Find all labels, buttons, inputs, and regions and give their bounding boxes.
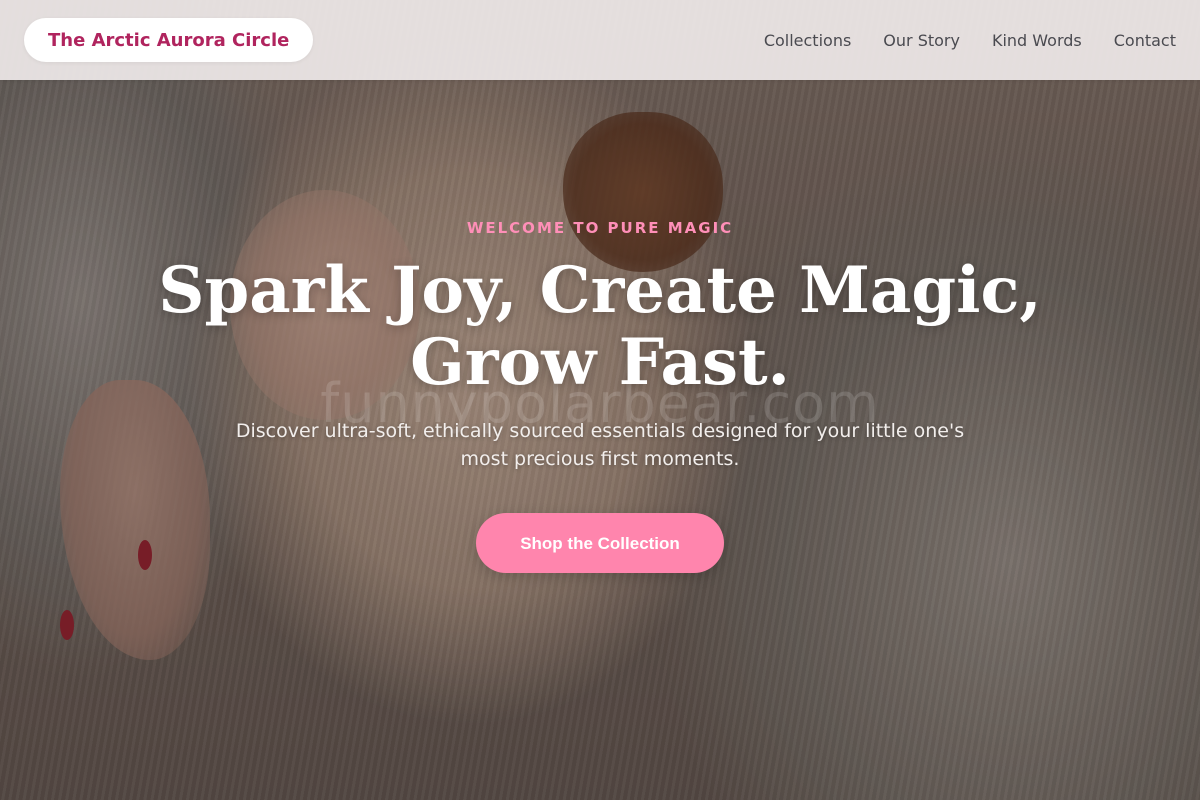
hero-subtext: Discover ultra-soft, ethically sourced e… (235, 420, 965, 470)
nav-link-kind-words[interactable]: Kind Words (992, 31, 1082, 50)
hero-eyebrow: WELCOME TO PURE MAGIC (466, 219, 734, 237)
nav-link-contact[interactable]: Contact (1114, 31, 1176, 50)
shop-collection-button[interactable]: Shop the Collection (476, 513, 724, 573)
hero-headline: Spark Joy, Create Magic, Grow Fast. (150, 255, 1050, 399)
brand-logo-pill[interactable]: The Arctic Aurora Circle (24, 18, 314, 62)
hero-headline-line-1: Spark Joy, Create Magic, (158, 253, 1042, 328)
landing-page: The Arctic Aurora Circle Collections Our… (0, 0, 1200, 800)
main-nav: Collections Our Story Kind Words Contact (764, 0, 1176, 80)
nav-link-our-story[interactable]: Our Story (883, 31, 960, 50)
nav-link-collections[interactable]: Collections (764, 31, 851, 50)
hero-section: WELCOME TO PURE MAGIC Spark Joy, Create … (0, 200, 1200, 573)
site-header: The Arctic Aurora Circle Collections Our… (0, 0, 1200, 80)
brand-name: The Arctic Aurora Circle (48, 29, 290, 51)
hero-headline-line-2: Grow Fast. (410, 325, 790, 400)
